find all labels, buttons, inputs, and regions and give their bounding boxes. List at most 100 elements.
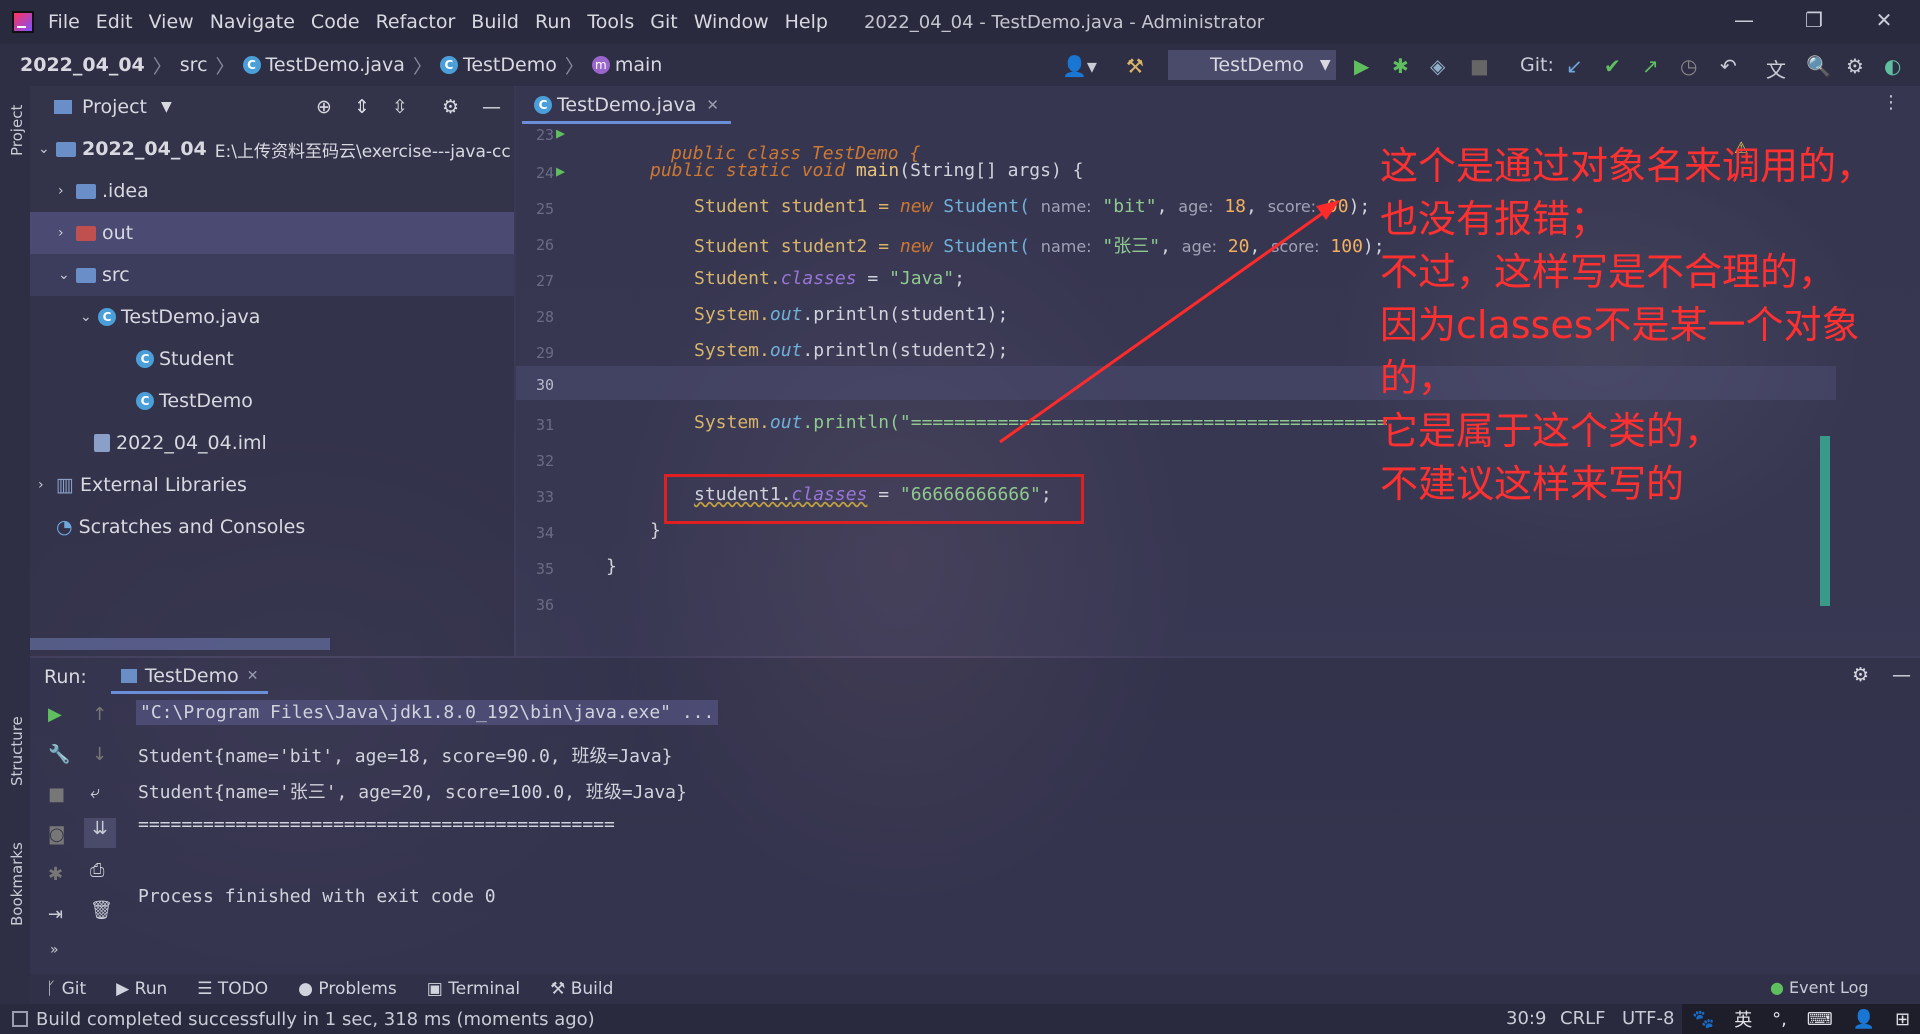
hide-panel-icon[interactable]: — [482, 96, 501, 118]
tree-item-testdemo[interactable]: C TestDemo [30, 380, 514, 422]
tree-item-src[interactable]: ⌄ src [30, 254, 514, 296]
menu-tools[interactable]: Tools [587, 11, 634, 33]
user-icon[interactable]: 👤▾ [1062, 54, 1097, 78]
rerun-icon[interactable]: ▶ [48, 704, 62, 725]
git-update-icon[interactable]: ↙ [1566, 54, 1583, 78]
close-tab-icon[interactable]: ✕ [247, 668, 259, 684]
side-tab-project[interactable]: Project [8, 105, 26, 156]
tree-item-iml[interactable]: 2022_04_04.iml [30, 422, 514, 464]
run-gutter-icon[interactable]: ▶ [556, 124, 565, 142]
locate-icon[interactable]: ⊕ [316, 96, 332, 118]
menu-help[interactable]: Help [785, 11, 828, 33]
print-icon[interactable]: ⎙ [90, 860, 104, 881]
rollback-icon[interactable]: ↶ [1720, 54, 1737, 78]
soft-wrap-icon[interactable]: ⤶ [90, 782, 100, 803]
tool-build[interactable]: ⚒ Build [550, 979, 613, 999]
tool-problems[interactable]: ● Problems [298, 979, 397, 999]
user-icon[interactable]: 👤 [1853, 1009, 1875, 1030]
git-push-icon[interactable]: ↗ [1642, 54, 1659, 78]
tree-item-testdemo-java[interactable]: ⌄ C TestDemo.java [30, 296, 514, 338]
git-commit-icon[interactable]: ✔ [1604, 54, 1621, 78]
paw-icon[interactable]: 🐾 [1692, 1009, 1714, 1030]
settings-gear-icon[interactable]: ⚙ [1852, 664, 1869, 686]
hide-panel-icon[interactable]: — [1892, 664, 1911, 686]
terminal-icon: ▣ [426, 979, 449, 999]
event-log[interactable]: ● Event Log [1770, 978, 1869, 997]
trash-icon[interactable]: 🗑 [90, 900, 113, 921]
debug-icon[interactable]: ✱ [1392, 54, 1409, 78]
tool-run[interactable]: ▶ Run [116, 979, 167, 999]
breadcrumb-method[interactable]: main [615, 54, 662, 76]
restore-icon[interactable]: ❐ [1794, 8, 1834, 32]
breadcrumb-src[interactable]: src [180, 54, 208, 76]
grid-icon[interactable]: ⊞ [1895, 1009, 1910, 1030]
menu-window[interactable]: Window [694, 11, 769, 33]
tree-item-project-root[interactable]: ⌄ 2022_04_04 E:\上传资料至码云\exercise---java-… [30, 128, 514, 170]
build-hammer-icon[interactable]: ⚒ [1126, 54, 1144, 78]
tree-item-student[interactable]: C Student [30, 338, 514, 380]
annotation-line: 不过，这样写是不合理的， [1380, 250, 1837, 294]
menu-run[interactable]: Run [535, 11, 571, 33]
menu-code[interactable]: Code [311, 11, 360, 33]
run-tab[interactable]: TestDemo ✕ [110, 661, 269, 694]
breadcrumb-class[interactable]: TestDemo [463, 54, 557, 76]
plugin-icon[interactable]: ◐ [1884, 54, 1901, 78]
debug-settings-icon[interactable]: ✱ [48, 864, 63, 885]
ime-language[interactable]: 英 [1734, 1006, 1752, 1032]
tree-item-external-libraries[interactable]: › ▥ External Libraries [30, 464, 514, 506]
panel-settings-icon[interactable]: ⚙ [442, 96, 459, 118]
minimize-icon[interactable]: — [1724, 8, 1764, 32]
exit-icon[interactable]: ⇥ [48, 904, 63, 925]
run-config-selector[interactable]: TestDemo ▼ [1168, 50, 1336, 80]
tree-item-scratches[interactable]: ◔ Scratches and Consoles [30, 506, 514, 548]
tree-item-out[interactable]: › out [30, 212, 514, 254]
stop-icon[interactable]: ■ [48, 784, 65, 805]
menu-refactor[interactable]: Refactor [376, 11, 456, 33]
translate-icon[interactable]: 文 [1766, 54, 1786, 83]
settings-gear-icon[interactable]: ⚙ [1846, 54, 1864, 78]
collapse-all-icon[interactable]: ⇳ [392, 96, 408, 118]
keyboard-icon[interactable]: ⌨ [1807, 1009, 1833, 1030]
cursor-position[interactable]: 30:9 [1506, 1008, 1546, 1029]
bottom-tool-bar: ᚴ Git ▶ Run ☰ TODO ● Problems ▣ Terminal… [0, 974, 1920, 1004]
punctuation-icon[interactable]: °, [1772, 1009, 1787, 1030]
status-message[interactable]: Build completed successfully in 1 sec, 3… [36, 1009, 595, 1030]
side-tab-bookmarks[interactable]: Bookmarks [8, 842, 26, 926]
expand-all-icon[interactable]: ⇕ [354, 96, 370, 118]
more-icon[interactable]: » [50, 942, 59, 958]
breadcrumb-project[interactable]: 2022_04_04 [20, 54, 145, 76]
menu-file[interactable]: File [48, 11, 80, 33]
menu-git[interactable]: Git [650, 11, 677, 33]
stop-icon[interactable]: ■ [1470, 54, 1489, 78]
wrench-icon[interactable]: 🔧 [48, 744, 70, 765]
run-icon[interactable]: ▶ [1354, 54, 1369, 78]
project-header: Project ▼ ⊕ ⇕ ⇳ ⚙ — [30, 86, 514, 128]
menu-edit[interactable]: Edit [96, 11, 133, 33]
history-icon[interactable]: ◷ [1680, 54, 1697, 78]
tool-todo[interactable]: ☰ TODO [197, 979, 268, 999]
menu-navigate[interactable]: Navigate [210, 11, 295, 33]
project-title[interactable]: Project [82, 96, 147, 118]
tool-git[interactable]: ᚴ Git [46, 979, 86, 999]
menu-build[interactable]: Build [471, 11, 519, 33]
menu-view[interactable]: View [149, 11, 194, 33]
close-window-icon[interactable]: ✕ [1864, 8, 1904, 32]
chevron-down-icon: ⌄ [58, 267, 70, 283]
camera-icon[interactable]: ◙ [48, 824, 65, 845]
toggle-panels-icon[interactable] [12, 1011, 28, 1027]
side-tab-structure[interactable]: Structure [8, 716, 26, 786]
scroll-to-end-icon[interactable]: ⇊ [84, 818, 116, 848]
scroll-down-icon[interactable]: ↓ [92, 744, 107, 765]
tool-terminal[interactable]: ▣ Terminal [427, 979, 520, 999]
horizontal-scrollbar[interactable] [30, 638, 330, 650]
line-separator[interactable]: CRLF [1560, 1008, 1605, 1029]
file-encoding[interactable]: UTF-8 [1622, 1008, 1674, 1029]
tree-item-idea[interactable]: › .idea [30, 170, 514, 212]
coverage-icon[interactable]: ◈ [1430, 54, 1445, 78]
run-gutter-icon[interactable]: ▶ [556, 162, 565, 180]
scroll-up-icon[interactable]: ↑ [92, 704, 107, 725]
dropdown-arrow-icon[interactable]: ▼ [161, 99, 172, 115]
breadcrumb-file[interactable]: TestDemo.java [266, 54, 405, 76]
project-view-icon [54, 100, 72, 114]
search-icon[interactable]: 🔍 [1806, 54, 1831, 78]
